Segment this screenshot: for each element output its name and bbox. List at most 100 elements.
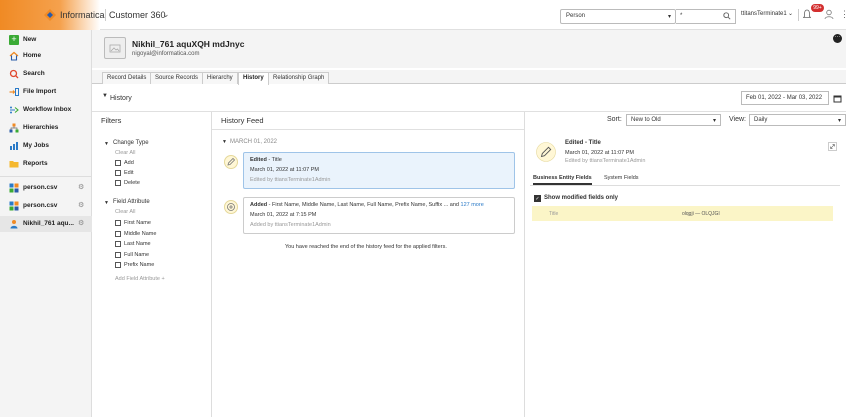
add-field-attribute-link[interactable]: Add Field Attribute + <box>115 276 165 282</box>
nav-item-my-jobs[interactable]: My Jobs <box>0 138 92 154</box>
caret-down-icon[interactable]: ▼ <box>104 141 109 147</box>
checkbox-middle-name[interactable] <box>115 231 121 237</box>
profile-icon[interactable] <box>824 9 834 20</box>
view-value: Daily <box>754 117 768 123</box>
history-entry-card[interactable]: Added - First Name, Middle Name, Last Na… <box>243 197 515 234</box>
nav-label: Search <box>23 70 45 77</box>
caret-down-icon[interactable]: ▼ <box>222 139 227 145</box>
home-icon <box>9 51 19 61</box>
show-modified-label: Show modified fields only <box>544 195 619 201</box>
nav-label: Reports <box>23 160 48 167</box>
tab-record-details[interactable]: Record Details <box>102 72 152 84</box>
recent-item-person-csv[interactable]: person.csv ⚙ <box>0 180 92 196</box>
entry-title: Edited - Title <box>250 157 282 163</box>
caret-down-icon: ▾ <box>667 14 671 20</box>
entry-author: Added by ttiansTerminate1Admin <box>250 222 331 228</box>
pencil-icon <box>224 155 238 169</box>
tab-hierarchy[interactable]: Hierarchy <box>202 72 238 84</box>
caret-down-icon[interactable]: ▼ <box>104 200 109 206</box>
nav-label: Hierarchies <box>23 124 59 131</box>
nav-label: person.csv <box>23 184 58 191</box>
show-modified-checkbox[interactable]: ✓ <box>534 195 541 202</box>
plus-icon: + <box>9 35 19 45</box>
checkbox-delete[interactable] <box>115 180 121 186</box>
entry-title: Added - First Name, Middle Name, Last Na… <box>250 202 484 208</box>
more-options-icon[interactable]: ⋮ <box>840 9 846 20</box>
checkbox-label: Edit <box>124 170 134 176</box>
workflow-icon <box>10 106 19 114</box>
sort-select[interactable]: New to Old ▾ <box>626 114 721 126</box>
checkbox-prefix-name[interactable] <box>115 262 121 268</box>
tab-source-records[interactable]: Source Records <box>150 72 204 84</box>
caret-down-icon[interactable]: ▼ <box>102 93 108 99</box>
search-value: * <box>680 13 683 19</box>
nav-label: person.csv <box>23 202 58 209</box>
clear-all-link[interactable]: Clear All <box>115 209 135 215</box>
caret-down-icon: ▾ <box>837 118 841 124</box>
expand-icon[interactable] <box>828 142 837 151</box>
nav-item-search[interactable]: Search <box>0 66 92 82</box>
checkbox-first-name[interactable] <box>115 220 121 226</box>
gear-icon[interactable]: ⚙ <box>78 219 84 227</box>
nav-item-file-import[interactable]: File Import <box>0 84 92 100</box>
nav-item-reports[interactable]: Reports <box>0 156 92 172</box>
hierarchy-icon <box>9 123 19 133</box>
date-range-input[interactable]: Feb 01, 2022 - Mar 03, 2022 <box>741 91 829 105</box>
date-group-label: MARCH 01, 2022 <box>230 139 278 145</box>
sort-label: Sort: <box>607 116 622 123</box>
checkbox-full-name[interactable] <box>115 252 121 258</box>
entity-type-value: Person <box>566 13 586 19</box>
view-label: View: <box>729 116 746 123</box>
history-bar <box>92 86 846 112</box>
chevron-down-icon[interactable]: ⌄ <box>788 10 793 17</box>
calendar-icon[interactable] <box>833 94 842 103</box>
brand-name: Informatica <box>60 10 105 20</box>
nav-item-new[interactable]: + New <box>0 32 92 48</box>
nav-label: File Import <box>23 88 57 95</box>
checkbox-label: Delete <box>124 180 140 186</box>
divider <box>798 9 799 21</box>
more-options-icon[interactable]: ··· <box>833 34 842 43</box>
app-switcher-label[interactable]: Customer 360 <box>109 10 166 20</box>
history-entry-card[interactable]: Edited - Title March 01, 2022 at 11:07 P… <box>243 152 515 189</box>
tab-business-entity-fields[interactable]: Business Entity Fields <box>533 175 592 185</box>
tab-system-fields[interactable]: System Fields <box>604 175 639 181</box>
field-name: Title <box>549 211 559 217</box>
checkbox-edit[interactable] <box>115 170 121 176</box>
checkbox-last-name[interactable] <box>115 241 121 247</box>
chevron-down-icon[interactable]: ⌄ <box>162 9 170 20</box>
tab-history[interactable]: History <box>238 72 269 85</box>
checkbox-label: First Name <box>124 220 151 226</box>
nav-item-home[interactable]: Home <box>0 48 92 64</box>
tab-relationship-graph[interactable]: Relationship Graph <box>268 72 330 84</box>
left-navigation: + New Home Search File Import Workflow I… <box>0 30 92 417</box>
divider <box>524 112 525 417</box>
search-input[interactable]: * <box>676 9 736 24</box>
bell-icon[interactable] <box>803 9 811 20</box>
view-select[interactable]: Daily ▾ <box>749 114 846 126</box>
recent-item-person-csv[interactable]: person.csv ⚙ <box>0 198 92 214</box>
checkbox-label: Add <box>124 160 134 166</box>
user-menu[interactable]: ttitansTerminate1 <box>741 11 787 17</box>
checkbox-label: Middle Name <box>124 231 157 237</box>
field-attribute-heading: Field Attribute <box>113 199 150 205</box>
nav-label: Workflow Inbox <box>23 106 72 113</box>
gear-icon[interactable]: ⚙ <box>78 183 84 191</box>
gear-icon[interactable]: ⚙ <box>78 201 84 209</box>
clear-all-link[interactable]: Clear All <box>115 150 135 156</box>
pencil-icon <box>536 142 556 162</box>
filters-title: Filters <box>101 116 122 125</box>
divider <box>530 185 840 186</box>
informatica-logo-icon <box>44 9 56 21</box>
recent-item-record[interactable]: Nikhil_761 aqu... ⚙ <box>0 216 92 232</box>
entity-type-select[interactable]: Person ▾ <box>560 9 676 24</box>
file-import-icon <box>9 88 19 96</box>
more-fields-link[interactable]: 127 more <box>461 202 484 208</box>
detail-title: Edited - Title <box>565 140 601 146</box>
search-icon[interactable] <box>723 12 731 20</box>
checkbox-add[interactable] <box>115 160 121 166</box>
dataset-icon <box>9 183 19 193</box>
nav-label: Home <box>23 52 42 59</box>
nav-item-workflow-inbox[interactable]: Workflow Inbox <box>0 102 92 118</box>
nav-item-hierarchies[interactable]: Hierarchies <box>0 120 92 136</box>
